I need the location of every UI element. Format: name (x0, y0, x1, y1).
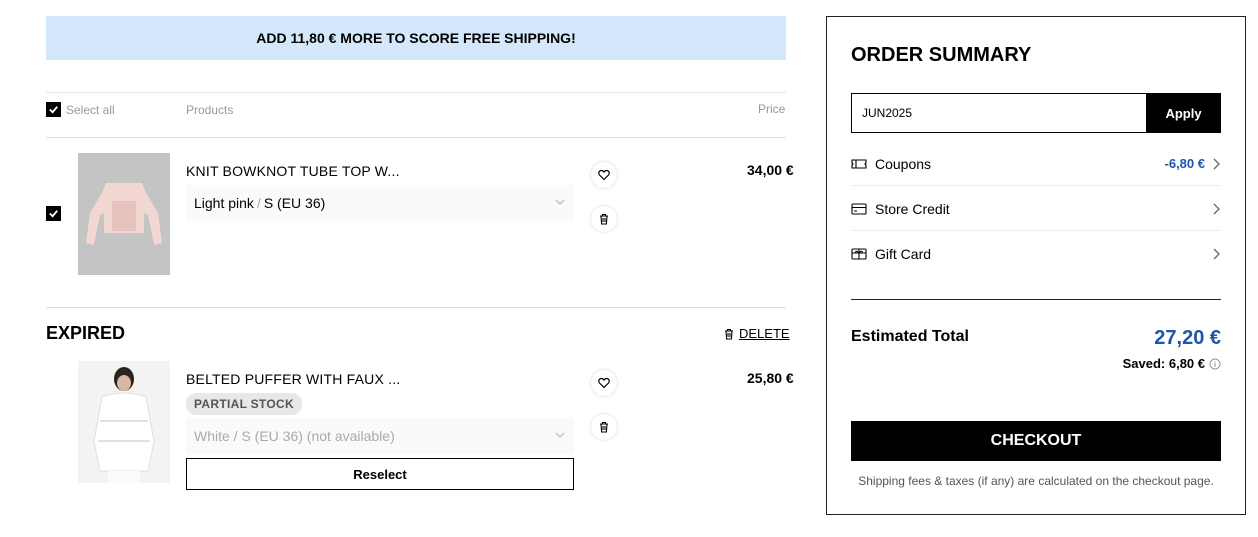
select-all-label[interactable]: Select all (66, 103, 115, 117)
gift-card-icon (851, 247, 867, 260)
trash-icon (725, 328, 733, 340)
expired-section-title: EXPIRED (46, 323, 126, 343)
product-name[interactable]: BELTED PUFFER WITH FAUX ... (186, 371, 400, 387)
delete-label: DELETE (739, 326, 790, 341)
trash-icon (600, 213, 608, 225)
top-garment-image (78, 153, 170, 275)
wishlist-button[interactable] (591, 370, 617, 396)
chevron-down-icon (555, 199, 565, 205)
delete-expired-button[interactable]: DELETE (723, 326, 790, 341)
heart-icon (598, 169, 610, 181)
estimated-total-value: 27,20 € (1154, 327, 1221, 349)
store-credit-row[interactable]: Store Credit (851, 186, 1221, 231)
reselect-button[interactable]: Reselect (186, 458, 574, 490)
info-icon[interactable] (1209, 358, 1221, 370)
check-icon (49, 106, 58, 114)
variant-select[interactable]: White / S (EU 36) (not available) (186, 418, 574, 454)
variant-label: White / S (EU 36) (not available) (194, 428, 395, 444)
chevron-right-icon (1213, 248, 1220, 259)
product-image[interactable] (78, 361, 170, 483)
product-name[interactable]: KNIT BOWKNOT TUBE TOP W... (186, 163, 400, 179)
gift-card-label: Gift Card (875, 245, 932, 262)
chevron-right-icon (1213, 203, 1220, 214)
remove-item-button[interactable] (591, 206, 617, 232)
summary-divider (851, 299, 1221, 300)
products-column-header: Products (186, 103, 234, 117)
coupons-label: Coupons (875, 155, 932, 172)
partial-stock-badge: PARTIAL STOCK (186, 393, 302, 415)
coupon-code-input[interactable] (851, 93, 1147, 133)
item-price: 34,00 € (747, 162, 794, 178)
store-credit-label: Store Credit (875, 200, 950, 217)
banner-text: ADD 11,80 € MORE TO SCORE FREE SHIPPING! (256, 30, 576, 46)
checkout-button[interactable]: CHECKOUT (851, 421, 1221, 461)
ticket-icon (851, 158, 867, 169)
header-divider-bottom (46, 137, 786, 138)
free-shipping-banner: ADD 11,80 € MORE TO SCORE FREE SHIPPING! (46, 16, 786, 60)
coupon-discount-value: -6,80 € (1164, 156, 1205, 171)
item-checkbox[interactable] (46, 206, 61, 221)
shipping-note: Shipping fees & taxes (if any) are calcu… (858, 474, 1214, 488)
apply-coupon-button[interactable]: Apply (1146, 93, 1221, 133)
wishlist-button[interactable] (591, 162, 617, 188)
chevron-right-icon (1213, 158, 1220, 169)
select-all-checkbox[interactable] (46, 102, 61, 117)
price-column-header: Price (758, 102, 786, 116)
order-summary-title: ORDER SUMMARY (851, 44, 1032, 66)
trash-icon (600, 421, 608, 433)
saved-amount: Saved: 6,80 € (1123, 356, 1221, 371)
product-image[interactable] (78, 153, 170, 275)
puffer-jacket-image (78, 361, 170, 483)
variant-size: S (EU 36) (263, 195, 326, 211)
estimated-total-label: Estimated Total (851, 328, 969, 345)
card-icon (851, 202, 867, 215)
remove-item-button[interactable] (591, 414, 617, 440)
chevron-down-icon (555, 432, 565, 438)
check-icon (49, 210, 58, 218)
gift-card-row[interactable]: Gift Card (851, 231, 1221, 276)
header-divider-top (46, 92, 786, 93)
heart-icon (598, 377, 610, 389)
coupons-row[interactable]: Coupons -6,80 € (851, 141, 1221, 186)
section-divider (46, 307, 786, 308)
variant-color: Light pink (194, 195, 254, 211)
variant-select[interactable]: Light pink / S (EU 36) (186, 185, 574, 221)
item-price: 25,80 € (747, 370, 794, 386)
saved-label: Saved: 6,80 € (1122, 356, 1205, 371)
